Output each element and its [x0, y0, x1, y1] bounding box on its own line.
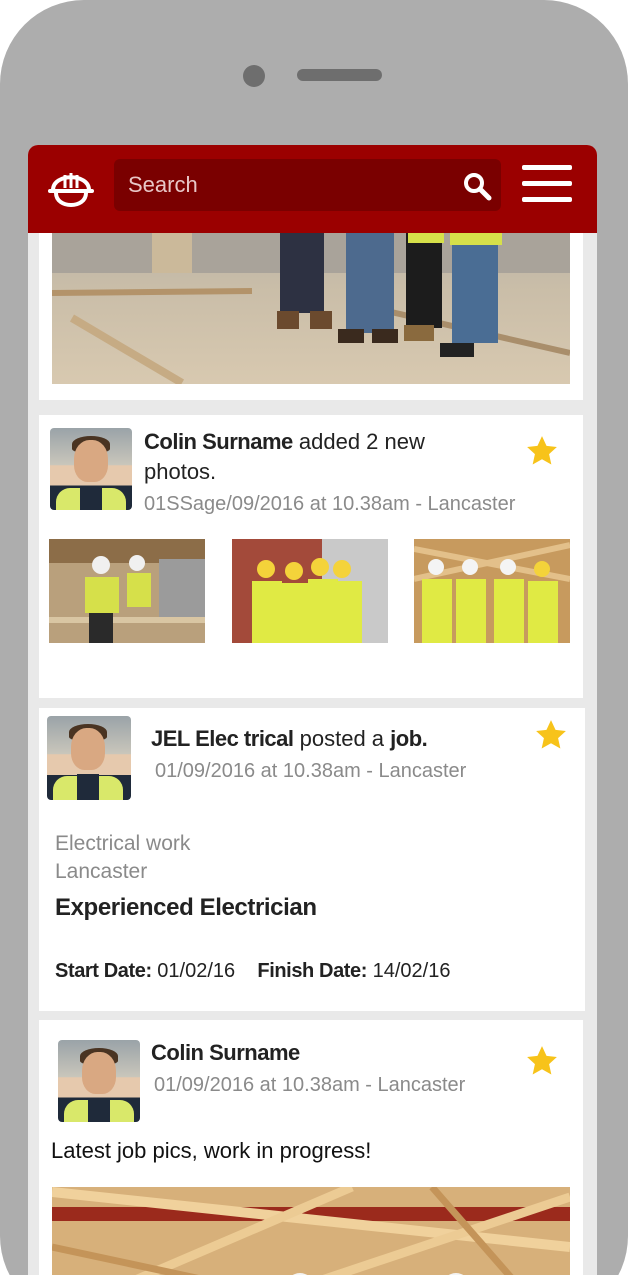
post-headline: Colin Surname added 2 new photos. [144, 427, 524, 487]
search-input[interactable] [114, 159, 501, 211]
author-name[interactable]: Colin Surname [144, 429, 293, 454]
site-photo[interactable] [52, 233, 570, 384]
photo-thumbnail[interactable] [49, 539, 205, 643]
post-meta: 01SSage/09/2016 at 10.38am - Lancaster [144, 493, 516, 515]
post-headline: Colin Surname [151, 1038, 511, 1068]
photo-thumbnail[interactable] [232, 539, 388, 643]
feed-card-photo [39, 215, 583, 400]
start-date-label: Start Date: [55, 960, 152, 982]
job-category: Electrical work [55, 832, 191, 855]
job-location: Lancaster [55, 860, 148, 883]
post-photo[interactable] [52, 1187, 570, 1275]
finish-date-label: Finish Date: [257, 960, 368, 982]
phone-speaker [297, 69, 382, 81]
job-dates: Start Date: 01/02/16 Finish Date: 14/02/… [55, 960, 450, 983]
post-action-cont: photos. [144, 459, 217, 484]
start-date-value: 01/02/16 [157, 960, 236, 982]
star-icon[interactable] [534, 718, 568, 752]
star-icon[interactable] [525, 434, 559, 468]
app-screen: Colin Surname added 2 new photos. 01SSag… [28, 145, 597, 1275]
post-headline: JEL Elec trical posted a job. [151, 724, 531, 754]
author-name[interactable]: JEL Elec trical [151, 726, 294, 751]
feed-card-job: JEL Elec trical posted a job. 01/09/2016… [39, 708, 585, 1011]
top-bar [28, 145, 597, 233]
post-action: added 2 new [298, 429, 425, 454]
job-link[interactable]: job. [390, 726, 428, 751]
post-action: posted a [299, 726, 385, 751]
post-meta: 01/09/2016 at 10.38am - Lancaster [155, 760, 467, 782]
search-icon[interactable] [462, 171, 492, 201]
feed-card-post: Colin Surname 01/09/2016 at 10.38am - La… [39, 1020, 583, 1275]
post-meta: 01/09/2016 at 10.38am - Lancaster [154, 1074, 466, 1096]
phone-camera [243, 65, 265, 87]
feed-card-photos: Colin Surname added 2 new photos. 01SSag… [39, 415, 583, 698]
post-text: Latest job pics, work in progress! [51, 1138, 372, 1163]
hamburger-menu-icon[interactable] [522, 165, 572, 207]
avatar[interactable] [47, 716, 131, 800]
author-name[interactable]: Colin Surname [151, 1040, 300, 1065]
star-icon[interactable] [525, 1044, 559, 1078]
job-title[interactable]: Experienced Electrician [55, 894, 317, 922]
phone-frame: Colin Surname added 2 new photos. 01SSag… [0, 0, 628, 1275]
hard-hat-icon[interactable] [46, 161, 96, 211]
avatar[interactable] [58, 1040, 140, 1122]
finish-date-value: 14/02/16 [372, 960, 451, 982]
photo-thumbnail[interactable] [414, 539, 570, 643]
avatar[interactable] [50, 428, 132, 510]
